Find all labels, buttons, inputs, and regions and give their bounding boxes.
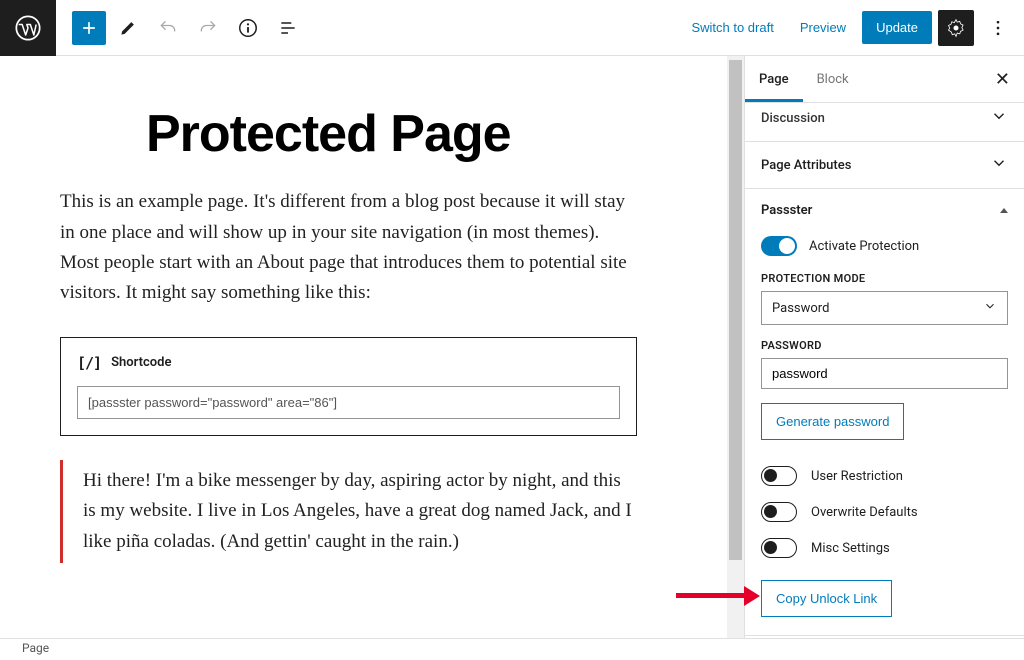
settings-button[interactable] xyxy=(938,10,974,46)
shortcode-input[interactable] xyxy=(77,386,620,419)
preview-button[interactable]: Preview xyxy=(790,12,856,43)
more-options-button[interactable] xyxy=(980,10,1016,46)
editor-content[interactable]: Protected Page This is an example page. … xyxy=(0,56,727,638)
copy-unlock-link-button[interactable]: Copy Unlock Link xyxy=(761,580,892,617)
protection-mode-value: Password xyxy=(772,301,829,316)
activate-protection-toggle[interactable] xyxy=(761,236,797,256)
passster-header[interactable]: Passster xyxy=(761,189,1008,230)
overwrite-defaults-row: Overwrite Defaults xyxy=(761,494,1008,530)
misc-settings-toggle[interactable] xyxy=(761,538,797,558)
overwrite-defaults-toggle[interactable] xyxy=(761,502,797,522)
shortcode-icon: [/] xyxy=(77,354,101,372)
protection-mode-label: PROTECTION MODE xyxy=(761,272,1008,285)
scrollbar-thumb[interactable] xyxy=(729,60,742,560)
page-title[interactable]: Protected Page xyxy=(146,106,637,163)
undo-button[interactable] xyxy=(150,10,186,46)
toolbar-left xyxy=(56,10,306,46)
generate-password-button[interactable]: Generate password xyxy=(761,403,904,440)
user-restriction-toggle[interactable] xyxy=(761,466,797,486)
sidebar-tabs: Page Block ✕ xyxy=(745,56,1024,103)
tab-block[interactable]: Block xyxy=(803,58,863,101)
editor-toolbar: Switch to draft Preview Update xyxy=(0,0,1024,56)
outline-button[interactable] xyxy=(270,10,306,46)
activate-protection-label: Activate Protection xyxy=(809,239,919,254)
breadcrumb[interactable]: Page xyxy=(22,641,49,655)
password-input[interactable] xyxy=(761,358,1008,389)
shortcode-label: Shortcode xyxy=(111,355,171,370)
close-sidebar-button[interactable]: ✕ xyxy=(981,59,1024,100)
activate-protection-row: Activate Protection xyxy=(761,230,1008,270)
editor-scrollbar[interactable] xyxy=(727,56,744,638)
intro-paragraph[interactable]: This is an example page. It's different … xyxy=(60,187,637,309)
editor-footer: Page xyxy=(0,638,1024,660)
toolbar-right: Switch to draft Preview Update xyxy=(681,10,1024,46)
chevron-down-icon xyxy=(990,154,1008,176)
user-restriction-label: User Restriction xyxy=(811,469,903,484)
caret-up-icon xyxy=(1000,208,1008,213)
redo-button[interactable] xyxy=(190,10,226,46)
panel-discussion-label: Discussion xyxy=(761,111,825,126)
user-restriction-row: User Restriction xyxy=(761,458,1008,494)
info-button[interactable] xyxy=(230,10,266,46)
add-block-button[interactable] xyxy=(72,11,106,45)
misc-settings-row: Misc Settings xyxy=(761,530,1008,566)
panel-passster: Passster Activate Protection PROTECTION … xyxy=(745,189,1024,636)
update-button[interactable]: Update xyxy=(862,11,932,44)
shortcode-block[interactable]: [/] Shortcode xyxy=(60,337,637,436)
chevron-down-icon xyxy=(990,107,1008,129)
edit-mode-button[interactable] xyxy=(110,10,146,46)
shortcode-header: [/] Shortcode xyxy=(77,354,620,372)
main-area: Protected Page This is an example page. … xyxy=(0,56,1024,638)
sidebar-body: Discussion Page Attributes Passster Acti… xyxy=(745,103,1024,638)
overwrite-defaults-label: Overwrite Defaults xyxy=(811,505,918,520)
tab-page[interactable]: Page xyxy=(745,58,803,101)
panel-discussion[interactable]: Discussion xyxy=(745,103,1024,142)
panel-page-attributes[interactable]: Page Attributes xyxy=(745,142,1024,189)
wordpress-logo[interactable] xyxy=(0,0,56,56)
settings-sidebar: Page Block ✕ Discussion Page Attributes … xyxy=(744,56,1024,638)
password-label: PASSWORD xyxy=(761,339,1008,352)
protection-mode-select[interactable]: Password xyxy=(761,291,1008,325)
panel-page-attributes-label: Page Attributes xyxy=(761,158,851,173)
switch-to-draft-button[interactable]: Switch to draft xyxy=(681,12,783,43)
editor-canvas: Protected Page This is an example page. … xyxy=(0,56,744,638)
passster-heading: Passster xyxy=(761,203,812,218)
quote-block[interactable]: Hi there! I'm a bike messenger by day, a… xyxy=(60,460,637,563)
chevron-down-icon xyxy=(983,299,997,317)
misc-settings-label: Misc Settings xyxy=(811,541,890,556)
